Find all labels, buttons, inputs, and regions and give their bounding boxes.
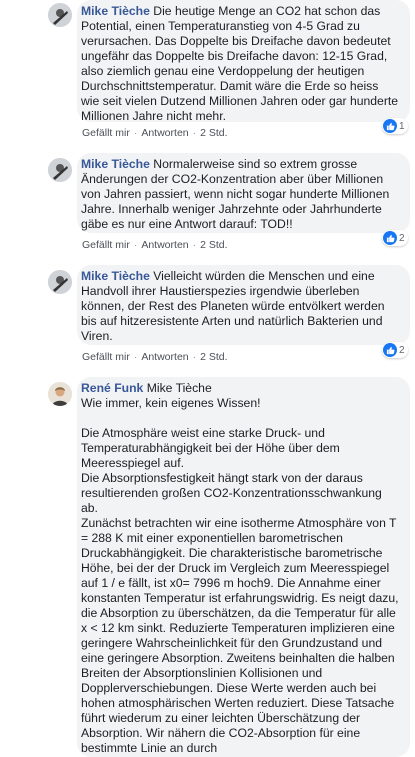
profile-photo-icon bbox=[48, 3, 72, 27]
profile-photo-icon bbox=[48, 382, 72, 406]
timestamp[interactable]: 2 Std. bbox=[200, 127, 227, 139]
reaction-count[interactable]: 1 bbox=[382, 118, 408, 134]
like-link[interactable]: Gefällt mir bbox=[82, 351, 130, 363]
comment-text: Wie immer, kein eigenes Wissen! Die Atmo… bbox=[81, 396, 399, 755]
avatar[interactable] bbox=[48, 158, 72, 182]
comment-actions: Gefällt mir · Antworten · 2 Std. bbox=[82, 351, 228, 363]
comment-bubble: Mike Tièche Die heutige Menge an CO2 hat… bbox=[77, 0, 410, 123]
comment-actions: Gefällt mir · Antworten · 2 Std. bbox=[82, 127, 228, 139]
comment-text: Die heutige Menge an CO2 hat schon das P… bbox=[81, 4, 402, 123]
comment-author[interactable]: Mike Tièche bbox=[81, 4, 150, 18]
profile-photo-icon bbox=[48, 270, 72, 294]
comment-actions: Gefällt mir · Antworten · 2 Std. bbox=[82, 239, 228, 251]
comment-bubble: Mike Tièche Normalerweise sind so extrem… bbox=[77, 153, 410, 233]
avatar[interactable] bbox=[48, 3, 72, 27]
comment-author[interactable]: Mike Tièche bbox=[81, 269, 150, 283]
avatar[interactable] bbox=[48, 382, 72, 406]
mention-link[interactable]: Mike Tièche bbox=[147, 381, 212, 395]
like-link[interactable]: Gefällt mir bbox=[82, 127, 130, 139]
separator: · bbox=[133, 239, 138, 251]
reaction-number: 2 bbox=[399, 232, 405, 244]
separator: · bbox=[133, 351, 138, 363]
like-reaction-icon bbox=[383, 343, 397, 357]
separator: · bbox=[192, 239, 197, 251]
separator: · bbox=[192, 351, 197, 363]
comment-bubble: René Funk Mike Tièche Wie immer, kein ei… bbox=[77, 377, 410, 757]
comment-author[interactable]: Mike Tièche bbox=[81, 157, 150, 171]
reaction-count[interactable]: 2 bbox=[382, 342, 408, 358]
like-reaction-icon bbox=[383, 119, 397, 133]
reaction-number: 2 bbox=[399, 344, 405, 356]
timestamp[interactable]: 2 Std. bbox=[200, 239, 227, 251]
like-link[interactable]: Gefällt mir bbox=[82, 239, 130, 251]
reply-link[interactable]: Antworten bbox=[141, 239, 188, 251]
reply-link[interactable]: Antworten bbox=[141, 127, 188, 139]
avatar[interactable] bbox=[48, 270, 72, 294]
reply-link[interactable]: Antworten bbox=[141, 351, 188, 363]
reaction-count[interactable]: 2 bbox=[382, 230, 408, 246]
reaction-number: 1 bbox=[399, 120, 405, 132]
comment-author[interactable]: René Funk bbox=[81, 381, 143, 395]
separator: · bbox=[192, 127, 197, 139]
like-reaction-icon bbox=[383, 231, 397, 245]
comment-bubble: Mike Tièche Vielleicht würden die Mensch… bbox=[77, 265, 410, 345]
separator: · bbox=[133, 127, 138, 139]
profile-photo-icon bbox=[48, 158, 72, 182]
timestamp[interactable]: 2 Std. bbox=[200, 351, 227, 363]
